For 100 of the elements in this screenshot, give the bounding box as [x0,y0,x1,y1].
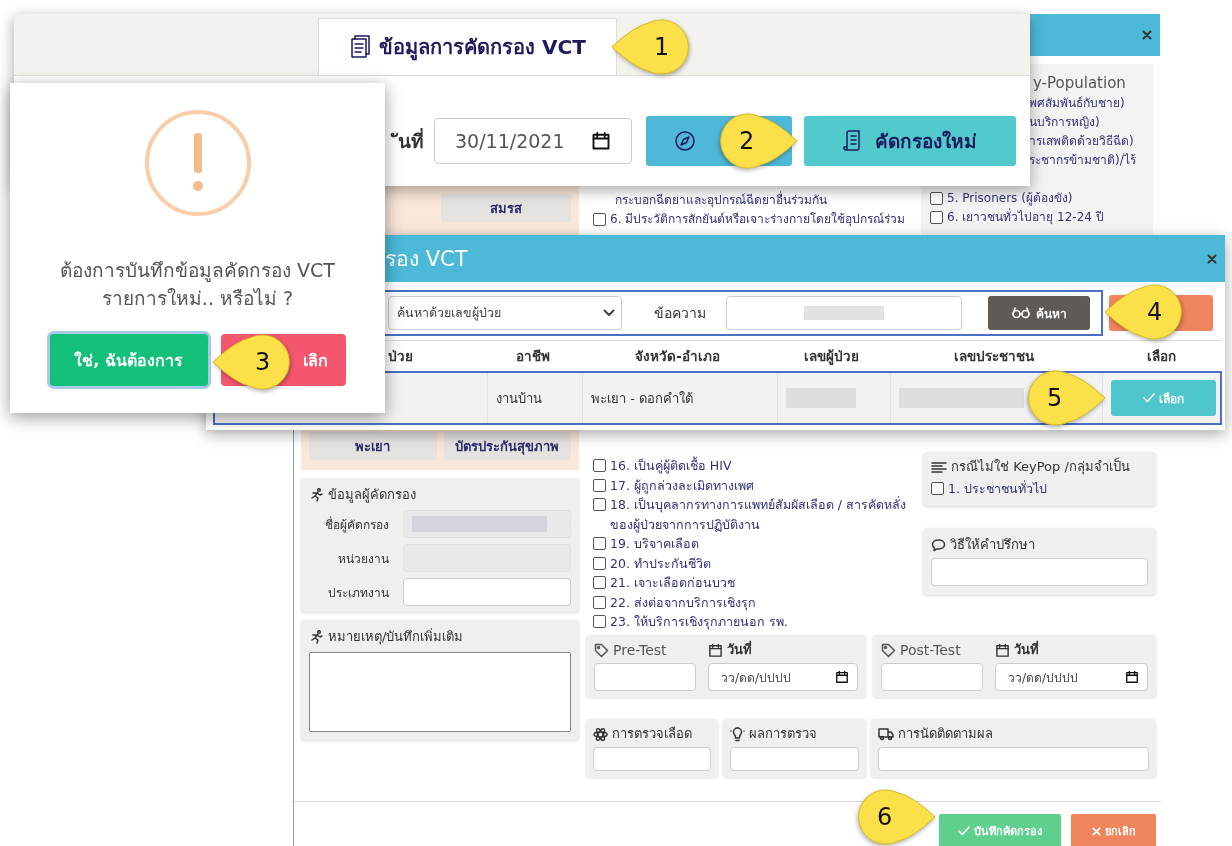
section-title: หมายเหตุ/บันทึกเพิ่มเติม [328,628,464,646]
checkbox[interactable] [593,478,606,492]
input-field[interactable] [881,663,983,691]
check-icon [1143,393,1155,403]
section-title: ข้อมูลผู้คัดกรอง [328,486,416,504]
checkbox[interactable] [593,459,606,472]
running-figure-icon [309,630,324,644]
input-field[interactable] [593,747,711,771]
document-icon [349,35,372,59]
field-label: ันที่ [388,126,426,156]
check-icon [958,826,970,836]
column-header: อาชีพ [515,347,550,366]
input-field[interactable] [594,663,696,691]
chat-bubble-icon [931,538,946,552]
field-label: วันที่ [1014,641,1039,659]
checkbox[interactable] [930,192,943,205]
field-label: การนัดติดตามผล [898,725,993,743]
checkbox-label: 17. ผู้ถูกล่วงละเมิดทางเพศ [610,476,754,495]
search-field[interactable] [726,296,962,330]
calendar-icon [708,642,723,658]
search-type-select[interactable]: ค้นหาด้วยเลขผู้ป่วย [388,296,622,330]
dialog-message: ต้องการบันทึกข้อมูลคัดกรอง VCT รายการใหม่.. หรือไม่ ? [60,258,335,311]
calendar-icon [835,670,849,684]
option-text: ระชากรข้ามชาติ)/ไร้ [1028,152,1137,169]
compass-icon [674,130,696,152]
checkbox[interactable] [931,482,944,495]
input-field[interactable] [403,510,571,538]
close-icon[interactable] [1207,253,1217,264]
field-label: ข้อความ [654,304,706,323]
text-area[interactable] [309,652,571,732]
checkbox[interactable] [593,615,606,628]
checkbox[interactable] [593,595,606,609]
step-number-tooltip: 6 [855,788,935,846]
running-figure-icon [309,488,324,502]
option-text: กระบอกฉีดยาและอุปกรณ์ฉีดยาอื่นร่วมกัน [614,190,828,210]
checkbox-label: 21. เจาะเลือดก่อนบวช [610,574,735,592]
field-label: ประเภทงาน [327,584,389,602]
checkbox[interactable] [593,498,606,511]
calendar-icon [995,642,1010,658]
list-lines-icon [931,460,947,474]
date-input[interactable]: วว/ดด/ปปปป [708,663,858,691]
atom-icon [593,726,608,742]
calendar-icon [591,131,611,151]
tab[interactable]: ข้อมูลการคัดกรอง VCT [318,18,617,75]
checkbox-label: 18. เป็นบุคลากรทางการแพทย์สัมผัสเลือด / สารคัดหลั่งของผู้ป่วยจากการปฏิบัติงาน [610,495,907,534]
search-button[interactable]: ค้นหา [988,296,1090,330]
input-field[interactable] [878,747,1149,771]
caret-icon [603,309,615,317]
column-header: เลือก [1146,347,1176,366]
checkbox[interactable] [593,537,606,550]
step-number-tooltip: 3 [213,333,293,391]
truck-icon [878,727,894,741]
warning-icon [142,108,253,218]
checkbox[interactable] [593,556,606,570]
field-label: Post-Test [900,641,961,659]
column-header: จังหวัด-อำเภอ [635,347,720,366]
checkbox[interactable] [593,576,606,589]
checkbox-label: 6. เยาวชนทั่วไปอายุ 12-24 ปี [947,208,1104,227]
checkbox[interactable] [930,211,943,224]
input-field[interactable] [730,747,859,771]
field-label: ชื่อผู้คัดกรอง [324,515,389,534]
checkbox-label: 5. Prisoners (ผู้ต้องขัง) [947,190,1073,208]
option-text: นบริการหญิง) [1028,114,1101,131]
field-label: การตรวจเลือด [612,725,692,743]
table-cell: บัตรประกันสุขภาพ [443,432,571,460]
checkbox[interactable] [593,213,606,226]
dialog-title: รอง VCT [385,246,468,273]
section-title: กรณีไม่ใช่ KeyPop /กลุ่มจำเป็น [951,458,1130,476]
glasses-icon [1011,307,1030,319]
checkbox-label: 23. ให้บริการเชิงรุกภายนอก รพ. [610,613,788,632]
table-cell-text: พะเยา - ดอกคำใต้ [591,389,693,408]
step-number-tooltip: 5 [1025,369,1105,427]
table-cell: สมรส [441,194,571,222]
checkbox-label: 19. บริจาคเลือด [610,535,699,553]
calendar-icon [1125,670,1139,684]
tag-icon [594,642,609,658]
close-icon[interactable] [1142,30,1152,40]
checkbox-label: 20. ทำประกันชีวิต [610,554,711,573]
column-header: ป่วย [388,347,413,366]
table-cell: พะเยา [309,432,437,460]
field-label: วันที่ [727,641,752,659]
checkbox-label: 6. มีประวัติการสักยันต์หรือเจาะร่างกายโดยใช้อุปกรณ์ร่วม [610,211,906,229]
field-label: หน่วยงาน [337,550,389,568]
scroll-icon [843,130,863,152]
column-header: เลขประชาชน [954,347,1034,366]
section-title: วิธีให้คำปรึกษา [950,536,1035,554]
date-input[interactable]: วว/ดด/ปปปป [995,663,1148,691]
column-header: เลขผู้ป่วย [804,347,859,367]
step-number-tooltip: 2 [717,112,797,170]
checkbox-label: 22. ส่งต่อจากบริการเชิงรุก [610,593,756,612]
step-number-tooltip: 1 [612,18,692,76]
light-bulb-icon [730,726,745,742]
date-input[interactable]: 30/11/2021 [434,118,632,164]
new-screening-button[interactable]: คัดกรองใหม่ [804,116,1016,166]
input-field[interactable] [403,578,571,606]
field-label: ผลการตรวจ [749,725,817,743]
option-text: พศสัมพันธ์กับชาย) [1028,95,1126,112]
section-title: y-Population [1032,73,1127,94]
step-number-tooltip: 4 [1105,283,1185,341]
input-field[interactable] [931,558,1148,586]
